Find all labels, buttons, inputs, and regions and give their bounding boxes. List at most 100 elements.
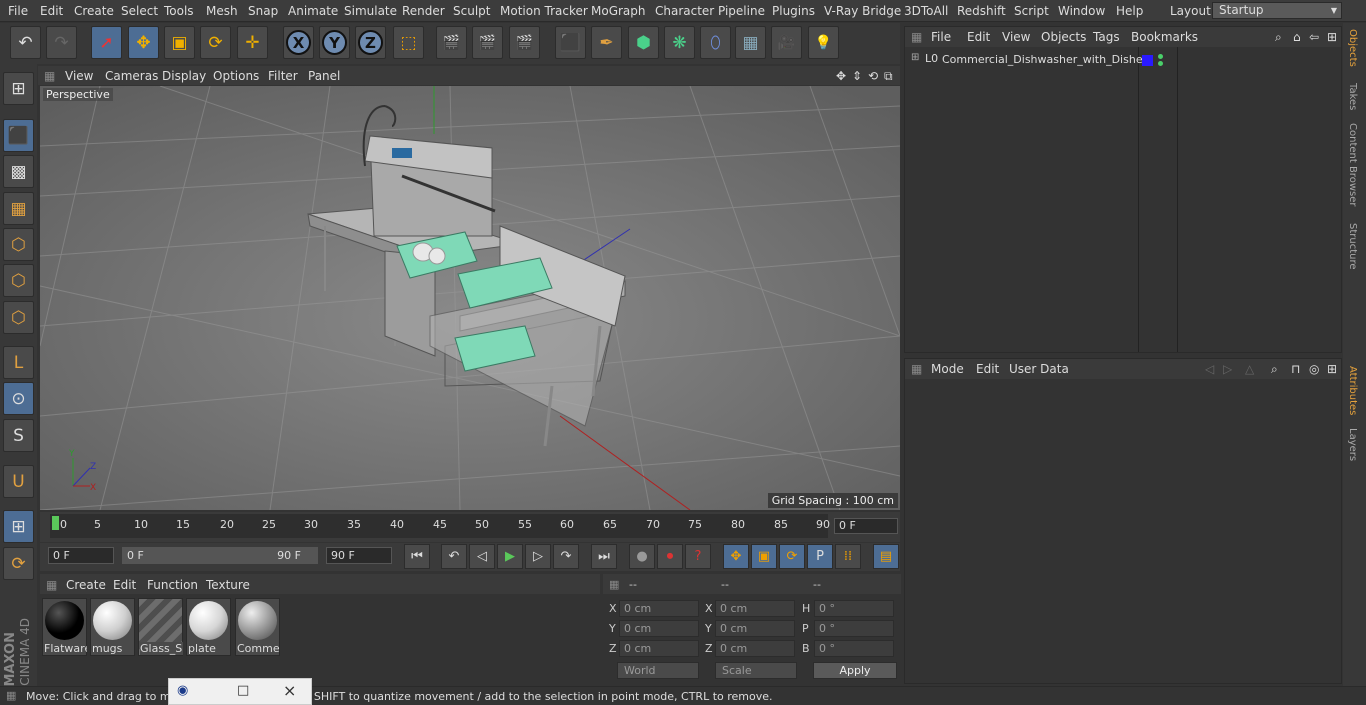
viewport-menu-panel[interactable]: Panel (308, 69, 340, 83)
object-menu-file[interactable]: File (931, 30, 951, 44)
new-window-icon[interactable]: ⊞ (1327, 30, 1337, 44)
back-arrow-icon[interactable]: ◁ (1205, 362, 1214, 376)
viewport-maximize-icon[interactable]: ⧉ (884, 69, 893, 84)
tab-layers[interactable]: Layers (1347, 428, 1358, 461)
timeline-ruler[interactable]: 0 5 10 15 20 25 30 35 40 45 50 55 60 65 … (50, 514, 830, 538)
key-rotation-icon[interactable]: ⟳ (779, 544, 805, 569)
pen-spline-icon[interactable]: ✒ (591, 26, 622, 59)
object-menu-objects[interactable]: Objects (1041, 30, 1086, 44)
menu-edit[interactable]: Edit (40, 4, 63, 18)
material-menu-edit[interactable]: Edit (113, 578, 136, 592)
rotate-tool-icon[interactable]: ⟳ (200, 26, 231, 59)
viewport-menu-cameras[interactable]: Cameras (105, 69, 158, 83)
close-icon[interactable]: × (283, 681, 296, 700)
forward-arrow-icon[interactable]: ▷ (1223, 362, 1232, 376)
locked-workplane-icon[interactable]: ⊞ (3, 510, 34, 543)
render-visibility-dot[interactable] (1158, 61, 1163, 66)
layout-dropdown[interactable]: Startup (1212, 2, 1342, 19)
magnet-icon[interactable]: U (3, 465, 34, 498)
model-mode-icon[interactable]: ⬛ (3, 119, 34, 152)
position-x-field[interactable]: 0 cm (619, 600, 699, 617)
axis-mode-icon[interactable]: L (3, 346, 34, 379)
play-icon[interactable]: ▶ (497, 544, 523, 569)
tab-objects[interactable]: Objects (1347, 29, 1358, 67)
keyframe-selection-icon[interactable]: ? (685, 544, 711, 569)
menu-tools[interactable]: Tools (164, 4, 194, 18)
end-frame-field[interactable]: 90 F (326, 547, 392, 564)
viewport-menu-view[interactable]: View (65, 69, 93, 83)
menu-script[interactable]: Script (1014, 4, 1049, 18)
object-menu-bookmarks[interactable]: Bookmarks (1131, 30, 1198, 44)
redo-icon[interactable]: ↷ (46, 26, 77, 59)
object-row[interactable]: ⊞ L0 Commercial_Dishwasher_with_Dishes (907, 52, 1148, 68)
key-scale-icon[interactable]: ▣ (751, 544, 777, 569)
menu-snap[interactable]: Snap (248, 4, 278, 18)
edges-mode-icon[interactable]: ⬡ (3, 264, 34, 297)
viewport-menu-options[interactable]: Options (213, 69, 259, 83)
menu-animate[interactable]: Animate (288, 4, 338, 18)
deformer-icon[interactable]: ⬯ (700, 26, 731, 59)
render-picture-viewer-icon[interactable]: 🎬 (472, 26, 503, 59)
menu-3dtoall[interactable]: 3DToAll (904, 4, 948, 18)
recent-tool-icon[interactable]: ✛ (237, 26, 268, 59)
size-x-field[interactable]: 0 cm (715, 600, 795, 617)
home-icon[interactable]: ⌂ (1293, 30, 1301, 44)
size-y-field[interactable]: 0 cm (715, 620, 795, 637)
tweak-mode-icon[interactable]: ⊙ (3, 382, 34, 415)
position-z-field[interactable]: 0 cm (619, 640, 699, 657)
rotation-h-field[interactable]: 0 ° (814, 600, 894, 617)
size-z-field[interactable]: 0 cm (715, 640, 795, 657)
coordinate-system-icon[interactable]: ⬚ (393, 26, 424, 59)
viewport-menu-filter[interactable]: Filter (268, 69, 298, 83)
attr-menu-edit[interactable]: Edit (976, 362, 999, 376)
material-swatch[interactable]: Commer (235, 598, 280, 656)
timeline-window-icon[interactable]: ▤ (873, 544, 899, 569)
key-pla-icon[interactable]: ⁞⁞ (835, 544, 861, 569)
material-swatch[interactable]: Glass_Si (138, 598, 183, 656)
timeline[interactable]: 0 5 10 15 20 25 30 35 40 45 50 55 60 65 … (40, 512, 900, 542)
z-axis-lock-button[interactable]: Z (355, 26, 386, 59)
target-icon[interactable]: ◎ (1309, 362, 1319, 376)
y-axis-lock-button[interactable]: Y (319, 26, 350, 59)
attr-search-icon[interactable]: ⌕ (1271, 362, 1278, 377)
window-preview-popup[interactable]: ◉ □ × (168, 678, 312, 705)
current-frame-field[interactable]: 0 F (834, 518, 898, 534)
menu-pipeline[interactable]: Pipeline (718, 4, 765, 18)
preview-range-slider[interactable]: 0 F 90 F (122, 547, 318, 564)
go-to-start-icon[interactable]: ⏮ (404, 544, 430, 569)
polygons-mode-icon[interactable]: ⬡ (3, 301, 34, 334)
menu-redshift[interactable]: Redshift (957, 4, 1006, 18)
menu-motion-tracker[interactable]: Motion Tracker (500, 4, 588, 18)
workplane-mode-icon[interactable]: ▦ (3, 192, 34, 225)
snapping-icon[interactable]: S (3, 419, 34, 452)
editor-visibility-dot[interactable] (1158, 54, 1163, 59)
attr-menu-mode[interactable]: Mode (931, 362, 964, 376)
object-menu-view[interactable]: View (1002, 30, 1030, 44)
floor-object-icon[interactable]: ▦ (735, 26, 766, 59)
go-to-end-icon[interactable]: ⏭ (591, 544, 617, 569)
texture-mode-icon[interactable]: ▩ (3, 155, 34, 188)
next-key-icon[interactable]: ↷ (553, 544, 579, 569)
playhead-marker[interactable] (52, 516, 59, 530)
menu-character[interactable]: Character (655, 4, 714, 18)
light-object-icon[interactable]: 💡 (808, 26, 839, 59)
menu-mograph[interactable]: MoGraph (591, 4, 646, 18)
material-menu-function[interactable]: Function (147, 578, 198, 592)
object-menu-tags[interactable]: Tags (1093, 30, 1120, 44)
move-tool-icon[interactable]: ✥ (128, 26, 159, 59)
menu-plugins[interactable]: Plugins (772, 4, 815, 18)
rotation-b-field[interactable]: 0 ° (814, 640, 894, 657)
coordinate-space-dropdown[interactable]: World (617, 662, 699, 679)
attr-menu-user-data[interactable]: User Data (1009, 362, 1069, 376)
viewport-zoom-icon[interactable]: ⇕ (852, 69, 862, 83)
viewport-move-icon[interactable]: ✥ (836, 69, 846, 83)
back-icon[interactable]: ⇦ (1309, 30, 1319, 44)
subdivision-surface-icon[interactable]: ⬢ (628, 26, 659, 59)
3d-viewport[interactable]: Y Z X Perspective Grid Spacing : 100 cm (40, 86, 900, 510)
cube-object-icon[interactable]: ⬛ (555, 26, 586, 59)
start-frame-field[interactable]: 0 F (48, 547, 114, 564)
tab-content-browser[interactable]: Content Browser (1347, 123, 1358, 206)
mograph-cloner-icon[interactable]: ❋ (664, 26, 695, 59)
previous-key-icon[interactable]: ↶ (441, 544, 467, 569)
size-mode-dropdown[interactable]: Scale (715, 662, 797, 679)
